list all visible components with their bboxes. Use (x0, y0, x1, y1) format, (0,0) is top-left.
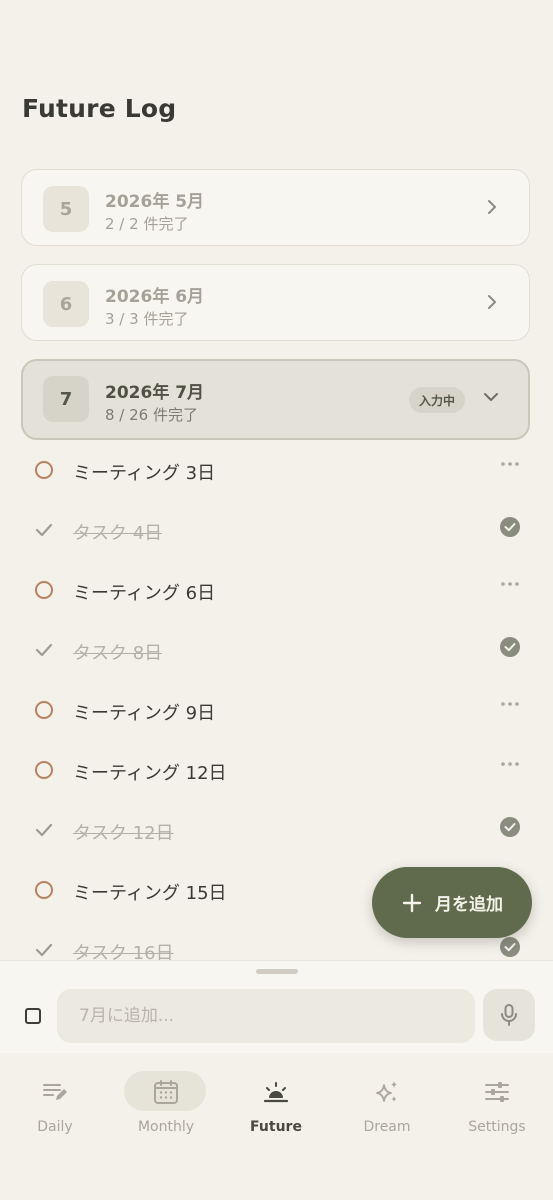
month-progress: 3 / 3 件完了 (105, 310, 189, 328)
check-icon[interactable] (33, 519, 55, 541)
check-circle-icon[interactable] (499, 936, 521, 958)
circle-icon[interactable] (33, 759, 55, 781)
task-row[interactable]: タスク 4日 (0, 500, 553, 560)
month-number-badge: 5 (43, 186, 89, 232)
quick-add-bar (0, 960, 553, 1054)
notes-edit-icon (43, 1084, 67, 1100)
circle-icon[interactable] (33, 879, 55, 901)
month-card-july[interactable]: 7 2026年 7月 8 / 26 件完了 入力中 (21, 359, 530, 440)
chevron-right-icon (488, 295, 496, 309)
circle-icon[interactable] (33, 579, 55, 601)
check-icon[interactable] (33, 939, 55, 960)
month-title: 2026年 5月 (105, 192, 205, 212)
nav-label: Monthly (137, 1119, 195, 1135)
plus-icon (402, 893, 422, 912)
task-row[interactable]: ミーティング 9日 (0, 680, 553, 740)
task-label: ミーティング 9日 (73, 703, 216, 724)
task-label: ミーティング 6日 (73, 583, 216, 604)
task-row[interactable]: タスク 8日 (0, 620, 553, 680)
task-row[interactable]: ミーティング 3日 (0, 440, 553, 500)
month-number-badge: 6 (43, 281, 89, 327)
chevron-down-icon (484, 393, 498, 401)
task-label: ミーティング 3日 (73, 463, 216, 484)
check-circle-icon[interactable] (499, 636, 521, 658)
chevron-right-icon (488, 200, 496, 214)
drag-handle[interactable] (256, 969, 298, 974)
month-card-june[interactable]: 6 2026年 6月 3 / 3 件完了 (21, 264, 530, 341)
task-label: ミーティング 12日 (73, 763, 227, 784)
quick-add-input[interactable] (57, 989, 475, 1043)
month-card-may[interactable]: 5 2026年 5月 2 / 2 件完了 (21, 169, 530, 246)
month-progress: 8 / 26 件完了 (105, 406, 198, 424)
nav-label: Dream (363, 1119, 411, 1135)
calendar-icon (154, 1080, 178, 1104)
voice-input-button[interactable] (483, 989, 535, 1041)
add-month-label: 月を追加 (435, 895, 503, 915)
task-label: タスク 12日 (73, 823, 174, 844)
nav-item-future[interactable]: Future (221, 1053, 331, 1153)
task-row[interactable]: タスク 12日 (0, 800, 553, 860)
sliders-icon (485, 1082, 509, 1102)
circle-icon[interactable] (33, 459, 55, 481)
nav-label: Settings (468, 1119, 526, 1135)
nav-label: Future (250, 1119, 302, 1135)
month-number-badge: 7 (43, 376, 89, 422)
page-title: Future Log (22, 94, 177, 123)
circle-icon[interactable] (33, 699, 55, 721)
more-dots-icon[interactable] (499, 756, 521, 778)
task-row[interactable]: ミーティング 12日 (0, 740, 553, 800)
task-type-checkbox[interactable] (25, 1008, 41, 1024)
task-row[interactable]: ミーティング 6日 (0, 560, 553, 620)
task-label: タスク 16日 (73, 943, 174, 960)
status-badge: 入力中 (409, 387, 466, 413)
task-label: タスク 8日 (73, 643, 163, 664)
check-icon[interactable] (33, 819, 55, 841)
microphone-icon (501, 1004, 517, 1026)
task-label: ミーティング 15日 (73, 883, 227, 904)
sparkles-icon (376, 1081, 397, 1102)
check-circle-icon[interactable] (499, 816, 521, 838)
nav-item-dream[interactable]: Dream (332, 1053, 442, 1153)
check-circle-icon[interactable] (499, 516, 521, 538)
more-dots-icon[interactable] (499, 696, 521, 718)
sunrise-icon (263, 1082, 289, 1103)
month-title: 2026年 6月 (105, 287, 205, 307)
add-month-button[interactable]: 月を追加 (372, 867, 532, 938)
month-title: 2026年 7月 (105, 383, 205, 403)
check-icon[interactable] (33, 639, 55, 661)
bottom-navigation: Daily Monthly Future Dream Settings (0, 1053, 553, 1200)
task-label: タスク 4日 (73, 523, 163, 544)
month-progress: 2 / 2 件完了 (105, 215, 189, 233)
nav-label: Daily (37, 1119, 73, 1135)
more-dots-icon[interactable] (499, 576, 521, 598)
more-dots-icon[interactable] (499, 456, 521, 478)
nav-item-daily[interactable]: Daily (0, 1053, 110, 1153)
nav-item-settings[interactable]: Settings (442, 1053, 552, 1153)
nav-item-monthly[interactable]: Monthly (111, 1053, 221, 1153)
